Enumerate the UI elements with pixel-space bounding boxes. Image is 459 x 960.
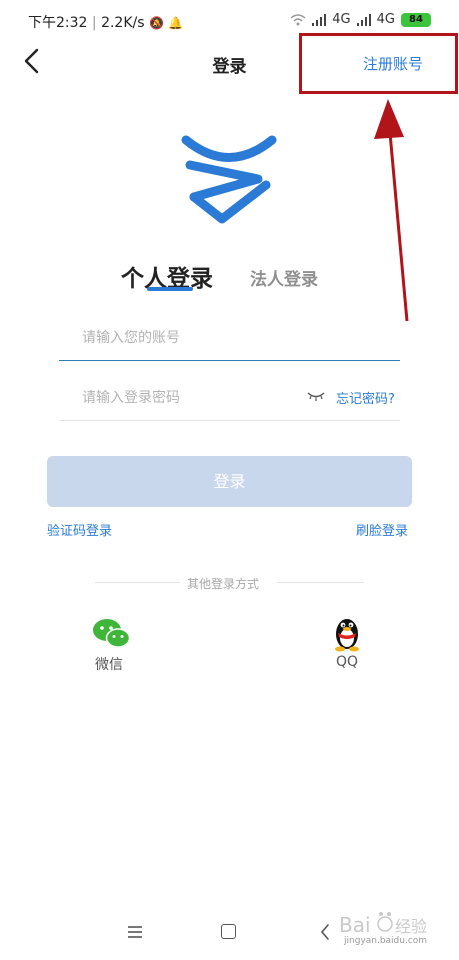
- password-input[interactable]: [82, 386, 292, 410]
- status-left: 下午2:32 | 2.2K/s 🔕 🔔: [28, 15, 184, 31]
- menu-icon[interactable]: [127, 925, 143, 939]
- other-login-label: 其他登录方式: [187, 577, 260, 591]
- annotation-highlight-box: [299, 33, 458, 94]
- annotation-arrow: [374, 99, 409, 322]
- face-login-link[interactable]: 刷脸登录: [356, 520, 408, 539]
- home-icon[interactable]: [221, 924, 236, 939]
- sms-code-login-link[interactable]: 验证码登录: [47, 520, 112, 539]
- tab-legal-login[interactable]: 法人登录: [250, 265, 318, 290]
- signal-icon: [312, 13, 327, 26]
- wifi-icon: [290, 13, 306, 25]
- login-button[interactable]: 登录: [47, 456, 412, 507]
- password-input-underline: [59, 420, 400, 421]
- tab-active-indicator: [147, 287, 193, 291]
- wechat-icon[interactable]: [92, 617, 130, 649]
- qq-label: QQ: [336, 654, 359, 670]
- status-speed: 2.2K/s: [101, 15, 145, 31]
- bell-icon: 🔔: [168, 16, 184, 30]
- divider-right: [277, 582, 364, 583]
- watermark-url: jingyan.baidu.com: [344, 936, 428, 946]
- status-right: 4G 4G 84: [290, 12, 431, 27]
- eye-closed-icon[interactable]: [307, 390, 325, 402]
- svg-text:经验: 经验: [395, 917, 427, 936]
- wechat-label: 微信: [95, 657, 123, 673]
- signal-icon-2: [356, 13, 371, 26]
- nav-back-icon[interactable]: [319, 923, 331, 941]
- qq-penguin-icon[interactable]: [331, 614, 363, 652]
- baidu-watermark-logo: Bai 经验: [339, 912, 427, 937]
- mute-icon: 🔕: [149, 16, 164, 30]
- account-input-underline: [59, 360, 400, 361]
- battery-icon: 84: [401, 12, 431, 27]
- app-logo: [181, 135, 277, 224]
- svg-text:Bai: Bai: [339, 913, 371, 937]
- network-type-1: 4G: [332, 12, 351, 27]
- forgot-password-link[interactable]: 忘记密码?: [336, 388, 395, 407]
- network-type-2: 4G: [376, 12, 395, 27]
- divider-left: [95, 582, 180, 583]
- account-input[interactable]: [82, 326, 382, 350]
- status-time: 下午2:32: [28, 15, 88, 31]
